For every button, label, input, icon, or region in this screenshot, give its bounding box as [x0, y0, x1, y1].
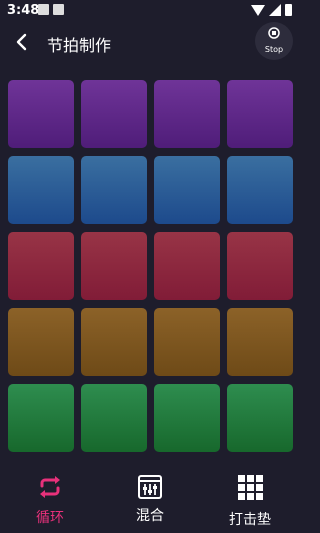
- pad-green-2[interactable]: [81, 384, 147, 452]
- nav-item-mix[interactable]: 混合: [100, 462, 200, 533]
- pad-green-4[interactable]: [227, 384, 293, 452]
- pad-red-2[interactable]: [81, 232, 147, 300]
- nav-item-loop[interactable]: 循环: [0, 462, 100, 533]
- pad-grid: [8, 80, 293, 452]
- notification-icons: [38, 4, 64, 15]
- status-bar: 3:48: [0, 0, 300, 22]
- pad-purple-3[interactable]: [154, 80, 220, 148]
- status-time: 3:48: [7, 3, 40, 18]
- pad-red-4[interactable]: [227, 232, 293, 300]
- system-icons: [251, 4, 292, 16]
- back-button[interactable]: [12, 31, 32, 53]
- chevron-left-icon: [16, 33, 27, 51]
- wifi-icon: [251, 4, 265, 16]
- mixer-icon: [138, 475, 162, 499]
- pad-red-3[interactable]: [154, 232, 220, 300]
- loop-icon: [40, 476, 60, 498]
- signal-icon: [269, 4, 281, 16]
- page-title: 节拍制作: [47, 36, 112, 55]
- grid-icon: [238, 475, 263, 500]
- pad-blue-2[interactable]: [81, 156, 147, 224]
- pad-blue-1[interactable]: [8, 156, 74, 224]
- bottom-nav: 循环 混合 打击垫: [0, 462, 300, 533]
- header: 节拍制作 Stop: [0, 22, 300, 64]
- pad-green-3[interactable]: [154, 384, 220, 452]
- pad-orange-4[interactable]: [227, 308, 293, 376]
- pad-purple-1[interactable]: [8, 80, 74, 148]
- pad-orange-3[interactable]: [154, 308, 220, 376]
- pad-red-1[interactable]: [8, 232, 74, 300]
- pad-green-1[interactable]: [8, 384, 74, 452]
- pad-orange-1[interactable]: [8, 308, 74, 376]
- nav-label-pads: 打击垫: [229, 512, 271, 528]
- nav-item-pads[interactable]: 打击垫: [200, 462, 300, 533]
- pad-orange-2[interactable]: [81, 308, 147, 376]
- pad-blue-4[interactable]: [227, 156, 293, 224]
- pad-blue-3[interactable]: [154, 156, 220, 224]
- image-notification-icon: [38, 4, 49, 15]
- stop-icon: [268, 27, 280, 39]
- pad-purple-4[interactable]: [227, 80, 293, 148]
- battery-icon: [285, 4, 292, 16]
- stop-label: Stop: [264, 45, 284, 54]
- nav-label-loop: 循环: [36, 510, 64, 526]
- nav-label-mix: 混合: [136, 508, 164, 524]
- app-notification-icon: [53, 4, 64, 15]
- stop-button[interactable]: Stop: [255, 22, 293, 60]
- pad-purple-2[interactable]: [81, 80, 147, 148]
